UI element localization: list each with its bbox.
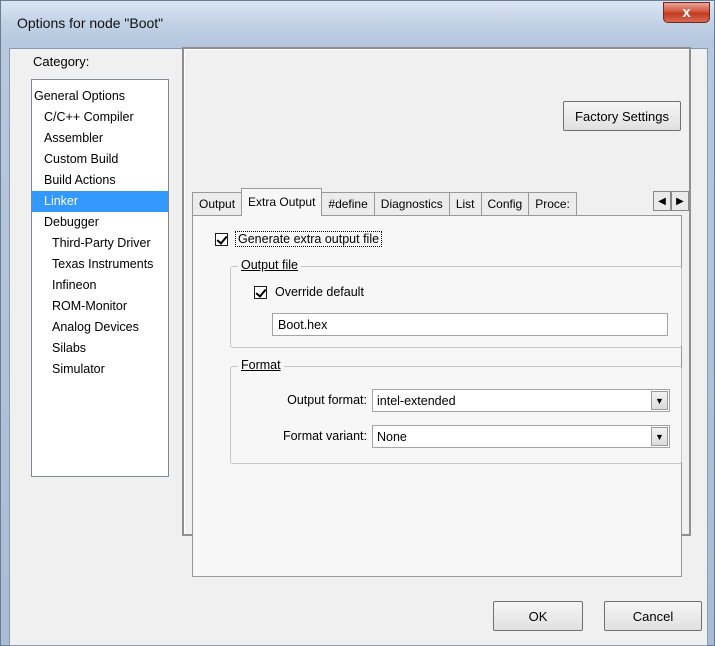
category-item[interactable]: Third-Party Driver: [32, 233, 168, 254]
factory-settings-button[interactable]: Factory Settings: [563, 101, 681, 131]
category-item[interactable]: Assembler: [32, 128, 168, 149]
tab-output[interactable]: Output: [192, 192, 243, 216]
generate-extra-output-row[interactable]: Generate extra output file: [215, 231, 383, 247]
tab-scroll-controls: ◀ ▶: [653, 191, 689, 211]
generate-extra-output-label: Generate extra output file: [234, 231, 383, 247]
category-item[interactable]: Build Actions: [32, 170, 168, 191]
tab-diagnostics[interactable]: Diagnostics: [373, 192, 450, 216]
cancel-button[interactable]: Cancel: [604, 601, 702, 631]
category-label: Category:: [33, 54, 90, 69]
category-item[interactable]: Simulator: [32, 359, 168, 380]
format-variant-label: Format variant:: [282, 429, 367, 443]
tab-config[interactable]: Config: [480, 192, 530, 216]
close-icon: x: [682, 4, 691, 21]
tab-content-extra-output: Generate extra output file Output file O…: [192, 215, 682, 577]
close-button[interactable]: x: [663, 2, 710, 23]
options-dialog: Options for node "Boot" x Category: Gene…: [0, 0, 715, 646]
category-item[interactable]: Infineon: [32, 275, 168, 296]
tab-list[interactable]: List: [448, 192, 482, 216]
tab-proce[interactable]: Proce:: [528, 192, 577, 216]
category-item[interactable]: Debugger: [32, 212, 168, 233]
override-default-checkbox[interactable]: [254, 285, 267, 299]
category-item[interactable]: Silabs: [32, 338, 168, 359]
window-title: Options for node "Boot": [17, 15, 164, 31]
chevron-down-icon[interactable]: ▼: [651, 391, 668, 410]
category-item[interactable]: General Options: [32, 86, 168, 107]
tab-scroll-right-icon[interactable]: ▶: [671, 191, 689, 211]
category-item[interactable]: Custom Build: [32, 149, 168, 170]
output-format-label: Output format:: [287, 393, 367, 407]
output-format-value: intel-extended: [377, 394, 456, 408]
tab-scroll-left-icon[interactable]: ◀: [653, 191, 671, 211]
output-filename-input[interactable]: Boot.hex: [272, 313, 668, 336]
override-default-label: Override default: [275, 285, 364, 299]
ok-button[interactable]: OK: [493, 601, 583, 631]
format-variant-value: None: [377, 430, 407, 444]
tab-strip: Output Extra Output #define Diagnostics List…: [192, 188, 577, 216]
options-panel: Factory Settings Output Extra Output #defi…: [182, 47, 691, 577]
override-default-row[interactable]: Override default: [254, 285, 364, 299]
output-format-select[interactable]: intel-extended ▼: [372, 389, 670, 412]
tab-extra-output[interactable]: Extra Output: [241, 188, 323, 216]
category-item[interactable]: C/C++ Compiler: [32, 107, 168, 128]
generate-extra-output-checkbox[interactable]: [215, 232, 228, 246]
category-item[interactable]: Linker: [32, 191, 168, 212]
output-file-group-title: Output file: [238, 258, 301, 272]
category-item[interactable]: Analog Devices: [32, 317, 168, 338]
format-variant-select[interactable]: None ▼: [372, 425, 670, 448]
tab-define[interactable]: #define: [321, 192, 375, 216]
category-list[interactable]: General Options C/C++ Compiler Assembler Cu…: [31, 79, 169, 477]
format-group-title: Format: [238, 358, 284, 372]
category-item[interactable]: Texas Instruments: [32, 254, 168, 275]
chevron-down-icon[interactable]: ▼: [651, 427, 668, 446]
category-item[interactable]: ROM-Monitor: [32, 296, 168, 317]
output-file-group: Output file Override default Boot.hex: [230, 258, 682, 348]
title-bar[interactable]: Options for node "Boot" x: [1, 1, 714, 47]
format-group: Format Output format: intel-extended ▼ F…: [230, 358, 682, 464]
